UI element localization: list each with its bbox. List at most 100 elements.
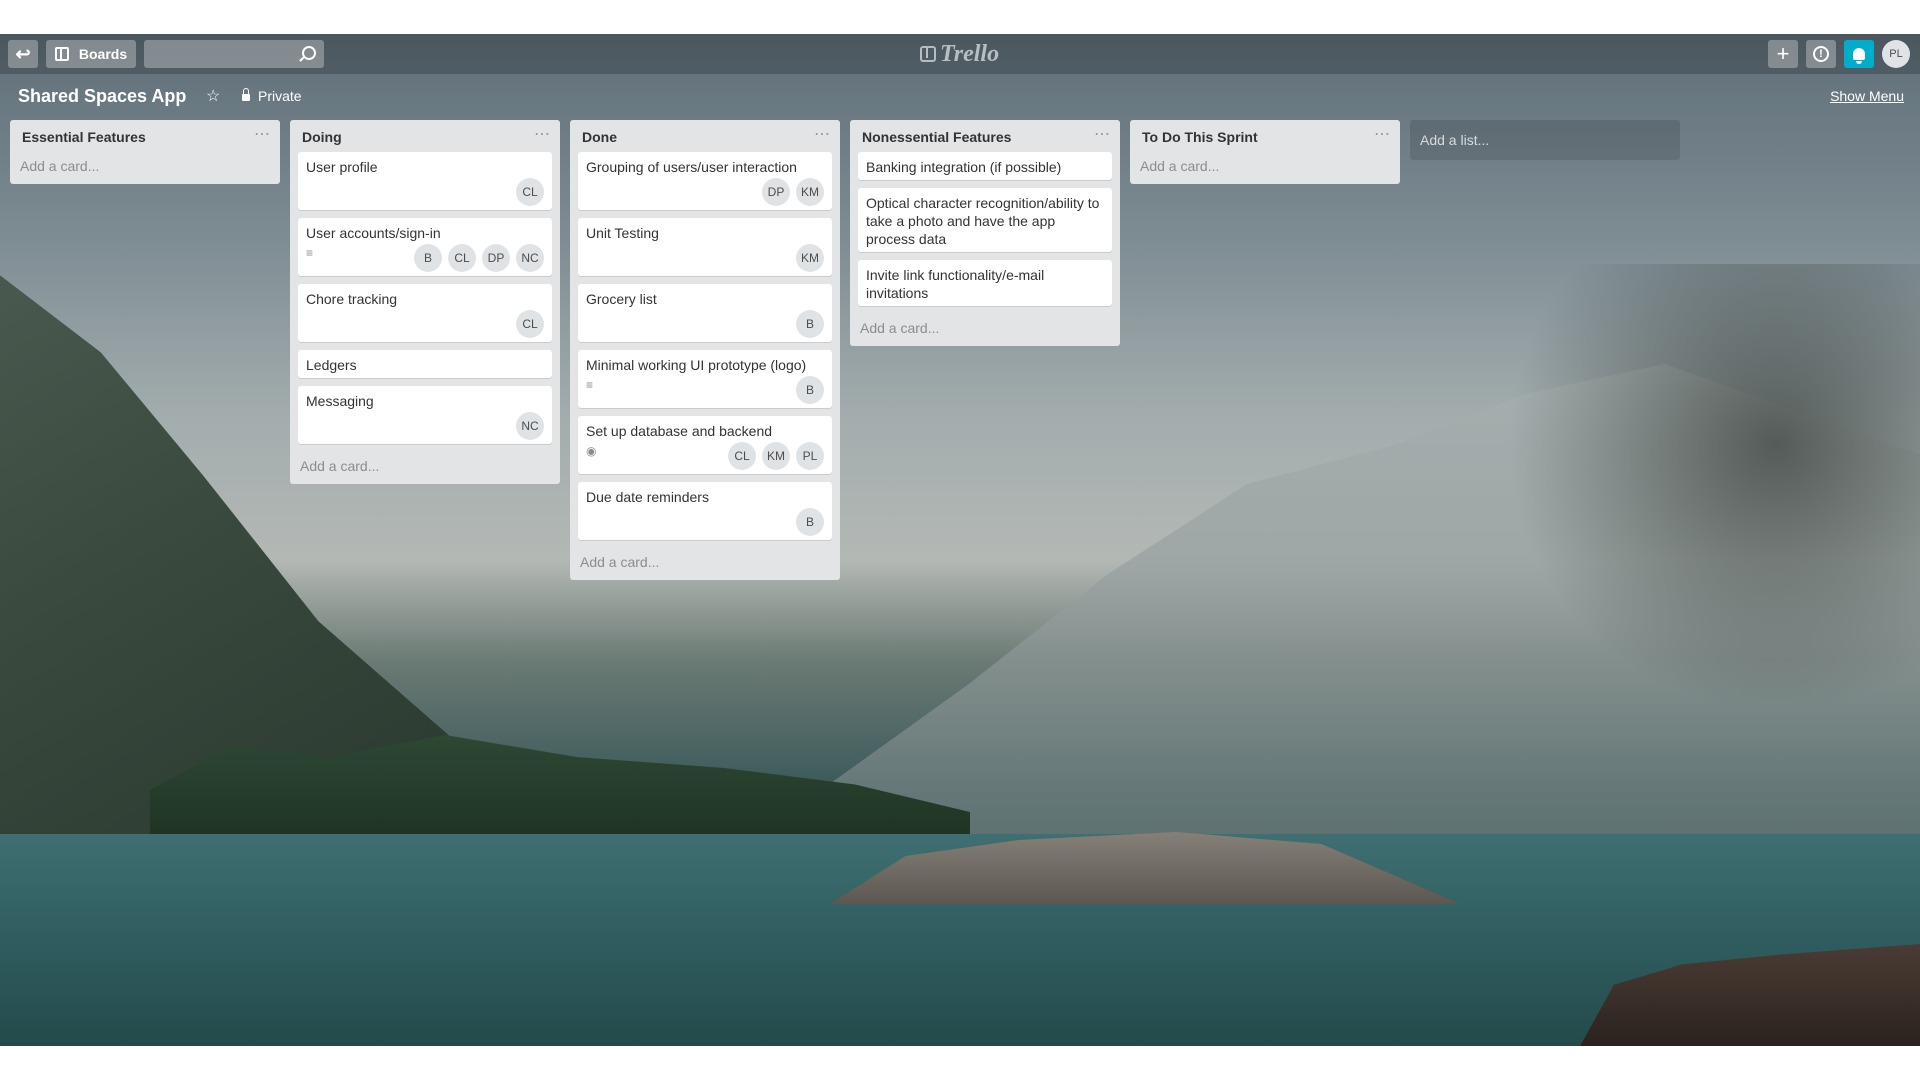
card-members: B CL DP NC — [414, 244, 544, 272]
list: Essential Features ⋯ Add a card... — [10, 120, 280, 184]
more-icon[interactable]: ⋯ — [1094, 124, 1110, 144]
member-avatar[interactable]: DP — [482, 244, 510, 272]
lock-icon — [242, 88, 250, 101]
visibility-button[interactable]: Private — [242, 88, 302, 104]
boards-icon — [54, 47, 69, 61]
card[interactable]: Minimal working UI prototype (logo) ≡ B — [578, 350, 832, 408]
card-badges: ◉ CL KM PL — [586, 440, 824, 470]
card-title: Set up database and backend — [586, 423, 773, 439]
list-title[interactable]: Doing — [302, 129, 342, 145]
card-badges: NC — [306, 410, 544, 440]
card-badges: ≡ B CL DP NC — [306, 242, 544, 272]
search-input[interactable] — [144, 40, 324, 68]
info-button[interactable]: ! — [1806, 40, 1836, 68]
card[interactable]: Invite link functionality/e-mail invitat… — [858, 260, 1112, 306]
member-avatar[interactable]: KM — [762, 442, 790, 470]
add-card-button[interactable]: Add a card... — [850, 314, 1120, 346]
card-members: NC — [516, 412, 544, 440]
card-title: Invite link functionality/e-mail invitat… — [866, 267, 1045, 301]
member-avatar[interactable]: B — [796, 310, 824, 338]
search-icon[interactable] — [302, 46, 316, 60]
card-members: CL — [516, 178, 544, 206]
eye-icon: ◉ — [586, 444, 597, 458]
card[interactable]: Set up database and backend ◉ CL KM PL — [578, 416, 832, 474]
list-title[interactable]: Nonessential Features — [862, 129, 1011, 145]
card[interactable]: Messaging NC — [298, 386, 552, 444]
card[interactable]: Unit Testing KM — [578, 218, 832, 276]
add-list-button[interactable]: Add a list... — [1410, 120, 1680, 160]
member-avatar[interactable]: CL — [516, 178, 544, 206]
card-title: Optical character recognition/ability to… — [866, 195, 1100, 247]
list-header: To Do This Sprint ⋯ — [1130, 120, 1400, 152]
trello-logo[interactable]: Trello — [920, 41, 999, 67]
more-icon[interactable]: ⋯ — [1374, 124, 1390, 144]
card-list: Grouping of users/user interaction DP KM Un… — [570, 152, 840, 540]
card-title: Chore tracking — [306, 291, 398, 307]
list: Nonessential Features ⋯ Banking integratio… — [850, 120, 1120, 346]
card-badges: B — [586, 308, 824, 338]
card[interactable]: User profile CL — [298, 152, 552, 210]
visibility-label: Private — [258, 88, 302, 104]
list-title[interactable]: To Do This Sprint — [1142, 129, 1258, 145]
card-members: B — [796, 310, 824, 338]
board-title[interactable]: Shared Spaces App — [18, 86, 186, 107]
member-avatar[interactable]: KM — [796, 244, 824, 272]
list-title[interactable]: Essential Features — [22, 129, 146, 145]
card[interactable]: Due date reminders B — [578, 482, 832, 540]
card[interactable]: Chore tracking CL — [298, 284, 552, 342]
card[interactable]: Grocery list B — [578, 284, 832, 342]
notifications-button[interactable] — [1844, 40, 1874, 68]
member-avatar[interactable]: B — [796, 508, 824, 536]
card-list: User profile CL User accounts/sign-in ≡ B CL D… — [290, 152, 560, 444]
list-header: Doing ⋯ — [290, 120, 560, 152]
list: To Do This Sprint ⋯ Add a card... — [1130, 120, 1400, 184]
card-badges: CL — [306, 308, 544, 338]
card[interactable]: User accounts/sign-in ≡ B CL DP NC — [298, 218, 552, 276]
list-header: Essential Features ⋯ — [10, 120, 280, 152]
trello-logo-icon — [920, 46, 936, 62]
member-avatar[interactable]: NC — [516, 244, 544, 272]
member-avatar[interactable]: PL — [796, 442, 824, 470]
star-icon[interactable]: ☆ — [206, 86, 220, 106]
user-avatar[interactable]: PL — [1882, 40, 1910, 68]
card-badges: DP KM — [586, 176, 824, 206]
member-avatar[interactable]: NC — [516, 412, 544, 440]
more-icon[interactable]: ⋯ — [254, 124, 270, 144]
add-card-button[interactable]: Add a card... — [10, 152, 280, 184]
card-title: Banking integration (if possible) — [866, 159, 1062, 175]
show-menu-link[interactable]: Show Menu — [1830, 88, 1904, 104]
list-title[interactable]: Done — [582, 129, 617, 145]
list: Done ⋯ Grouping of users/user interaction D… — [570, 120, 840, 580]
member-avatar[interactable]: B — [796, 376, 824, 404]
card-title: User accounts/sign-in — [306, 225, 441, 241]
background-branches — [1440, 264, 1920, 714]
plus-icon: + — [1776, 41, 1790, 66]
boards-button[interactable]: Boards — [46, 40, 136, 68]
member-avatar[interactable]: CL — [728, 442, 756, 470]
card-members: B — [796, 508, 824, 536]
card-members: B — [796, 376, 824, 404]
member-avatar[interactable]: B — [414, 244, 442, 272]
board-canvas: ↩ Boards Trello + ! PL Shared Spaces App… — [0, 34, 1920, 1046]
card-title: Ledgers — [306, 357, 357, 373]
add-card-button[interactable]: Add a card... — [290, 452, 560, 484]
more-icon[interactable]: ⋯ — [814, 124, 830, 144]
more-icon[interactable]: ⋯ — [534, 124, 550, 144]
member-avatar[interactable]: DP — [762, 178, 790, 206]
member-avatar[interactable]: KM — [796, 178, 824, 206]
card-title: Minimal working UI prototype (logo) — [586, 357, 807, 373]
card[interactable]: Grouping of users/user interaction DP KM — [578, 152, 832, 210]
member-avatar[interactable]: CL — [516, 310, 544, 338]
card[interactable]: Ledgers — [298, 350, 552, 378]
card[interactable]: Banking integration (if possible) — [858, 152, 1112, 180]
member-avatar[interactable]: CL — [448, 244, 476, 272]
boards-label: Boards — [78, 46, 128, 62]
card-badges: CL — [306, 176, 544, 206]
create-button[interactable]: + — [1768, 40, 1798, 68]
add-card-button[interactable]: Add a card... — [1130, 152, 1400, 184]
list-header: Nonessential Features ⋯ — [850, 120, 1120, 152]
card[interactable]: Optical character recognition/ability to… — [858, 188, 1112, 252]
back-button[interactable]: ↩ — [8, 40, 38, 68]
add-card-button[interactable]: Add a card... — [570, 548, 840, 580]
card-members: CL KM PL — [728, 442, 824, 470]
